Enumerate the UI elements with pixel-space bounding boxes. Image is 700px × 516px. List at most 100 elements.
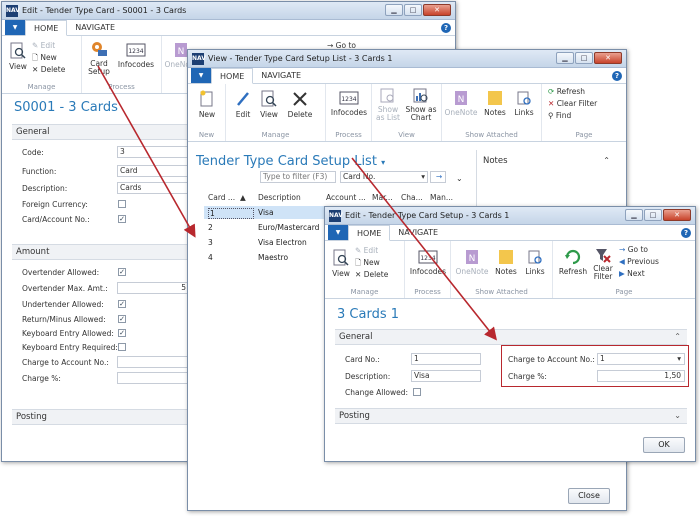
ok-button[interactable]: OK [643,437,685,453]
delete-button[interactable]: ✕ Delete [32,64,65,76]
svg-text:1234: 1234 [128,48,143,55]
column-header-man[interactable]: Man... [430,193,453,202]
description-input[interactable]: Cards [117,182,189,194]
filter-field-select[interactable]: Card No. ▾ [340,171,428,183]
filter-go-button[interactable]: → [430,171,446,183]
title-bar[interactable]: NAV Edit - Tender Type Card - S0001 - 3 … [2,2,455,20]
notes-button[interactable]: Notes [493,249,519,276]
app-menu-button[interactable]: ▼ [191,68,211,83]
maximize-icon[interactable]: □ [404,4,422,16]
general-fasttab[interactable]: General [12,124,192,140]
function-select[interactable]: Card [117,165,189,177]
keyboard-required-checkbox[interactable] [118,343,126,351]
refresh-button[interactable]: ⟳ Refresh [548,86,597,98]
collapse-icon[interactable]: ⌃ [674,330,681,344]
foreign-currency-checkbox[interactable] [118,200,126,208]
close-icon[interactable]: ✕ [423,4,451,16]
overtender-allowed-checkbox[interactable]: ✓ [118,268,126,276]
infocodes-button[interactable]: 1234 Infocodes [116,42,156,69]
new-button[interactable]: 🗋 New [32,52,65,64]
title-bar[interactable]: NAV View - Tender Type Card Setup List -… [188,50,626,68]
general-fasttab[interactable]: General ⌃ [335,329,687,345]
go-to-button[interactable]: → Go to [619,244,659,256]
keyboard-allowed-checkbox[interactable]: ✓ [118,329,126,337]
close-icon[interactable]: ✕ [663,209,691,221]
title-bar[interactable]: NAV Edit - Tender Type Card Setup - 3 Ca… [325,207,695,225]
edit-button[interactable]: ✎ Edit [32,40,65,52]
delete-button[interactable]: Delete [284,90,316,119]
maximize-icon[interactable]: □ [575,52,593,64]
clear-filter-button[interactable]: ✕ Clear Filter [548,98,597,110]
tab-home[interactable]: HOME [211,68,254,84]
column-header-card[interactable]: Card ... [208,193,235,202]
tab-navigate[interactable]: NAVIGATE [253,68,309,83]
links-button[interactable]: Links [523,249,547,276]
clear-filter-button[interactable]: Clear Filter [591,247,615,281]
close-icon[interactable]: ✕ [594,52,622,64]
view-button[interactable]: View [6,42,30,71]
tab-navigate[interactable]: NAVIGATE [67,20,123,35]
close-button[interactable]: Close [568,488,610,504]
code-input[interactable]: 3 [117,146,189,158]
refresh-button[interactable]: Refresh [557,249,589,276]
collapse-icon[interactable]: ⌃ [603,156,610,165]
card-setup-button[interactable]: Card Setup [84,40,114,76]
amount-fasttab[interactable]: Amount [12,244,192,260]
notes-button[interactable]: Notes [482,90,508,117]
edit-button[interactable]: ✎ Edit [355,245,388,257]
card-account-checkbox[interactable]: ✓ [118,215,126,223]
edit-button[interactable]: Edit [232,90,254,119]
expand-icon[interactable]: ⌄ [674,409,681,423]
tab-home[interactable]: HOME [25,20,68,36]
help-icon[interactable]: ? [612,71,622,81]
view-button[interactable]: View [329,249,353,278]
app-menu-button[interactable]: ▼ [328,225,348,240]
new-icon [200,90,213,107]
charge-pct-input[interactable]: 1,50 [597,370,685,382]
notes-header: Notes [483,156,508,166]
minimize-icon[interactable]: ▁ [625,209,643,221]
delete-button[interactable]: ✕ Delete [355,269,388,281]
charge-account-input[interactable] [117,356,189,368]
tab-navigate[interactable]: NAVIGATE [390,225,446,240]
charge-pct-input[interactable] [117,372,189,384]
onenote-button[interactable]: N OneNote [455,249,489,276]
posting-fasttab[interactable]: Posting [12,409,192,425]
onenote-button[interactable]: N OneNote [444,90,478,117]
card-no-label: Card No.: [345,355,380,364]
return-minus-checkbox[interactable]: ✓ [118,315,126,323]
column-header-description[interactable]: Description [258,193,301,202]
show-as-chart-button[interactable]: Show as Chart [404,88,438,122]
links-button[interactable]: Links [512,90,536,117]
filter-input[interactable]: Type to filter (F3) [260,171,336,183]
app-menu-button[interactable]: ▼ [5,20,25,35]
show-as-list-button[interactable]: Show as List [374,88,402,122]
group-process-label: Process [414,288,441,296]
new-button[interactable]: 🗋 New [355,257,388,269]
column-header-cha[interactable]: Cha... [401,193,423,202]
previous-button[interactable]: ◀ Previous [619,256,659,268]
svg-text:N: N [469,254,476,264]
find-button[interactable]: ⚲ Find [548,110,597,122]
minimize-icon[interactable]: ▁ [385,4,403,16]
infocodes-button[interactable]: 1234 Infocodes [329,90,369,117]
help-icon[interactable]: ? [441,23,451,33]
help-icon[interactable]: ? [681,228,691,238]
new-button[interactable]: New [194,90,220,119]
column-header-account[interactable]: Account ... [326,193,366,202]
column-header-mar[interactable]: Mar... [372,193,393,202]
infocodes-button[interactable]: 1234 Infocodes [408,249,448,276]
undertender-allowed-checkbox[interactable]: ✓ [118,300,126,308]
next-button[interactable]: ▶ Next [619,268,659,280]
card-no-input[interactable]: 1 [411,353,481,365]
expand-filter-icon[interactable]: ⌄ [456,174,463,183]
change-allowed-checkbox[interactable] [413,388,421,396]
maximize-icon[interactable]: □ [644,209,662,221]
tab-home[interactable]: HOME [348,225,391,241]
overtender-max-input[interactable]: 5 [117,282,189,294]
view-button[interactable]: View [258,90,280,119]
posting-fasttab[interactable]: Posting ⌄ [335,408,687,424]
description-input[interactable]: Visa [411,370,481,382]
charge-account-select[interactable]: 1 ▾ [597,353,685,365]
minimize-icon[interactable]: ▁ [556,52,574,64]
